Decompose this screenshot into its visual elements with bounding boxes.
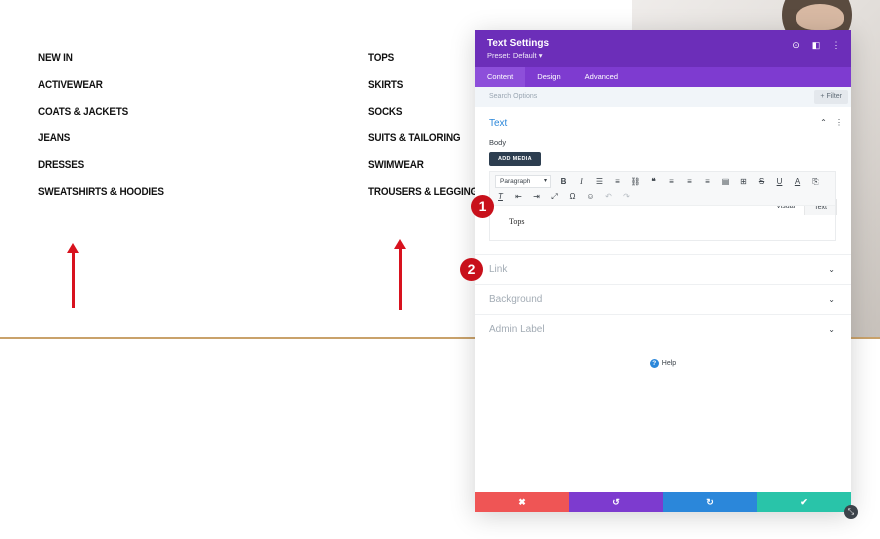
numbered-list-icon[interactable]: ≡ (612, 176, 623, 187)
menu-link[interactable]: DRESSES (38, 152, 164, 179)
search-options-input[interactable]: Search Options (489, 87, 851, 107)
align-right-icon[interactable]: ≡ (702, 176, 713, 187)
blockquote-icon[interactable]: ❝ (648, 176, 659, 187)
text-color-icon[interactable]: A (792, 176, 803, 187)
bold-icon[interactable]: B (558, 176, 569, 187)
paste-text-icon[interactable]: ⎘ (810, 176, 821, 187)
section-title-background: Background (489, 294, 543, 305)
cancel-button[interactable]: ✖ (475, 492, 569, 512)
admin-label-section[interactable]: Admin Label ⌄ (475, 314, 851, 344)
photo-face (796, 4, 844, 30)
menu-link[interactable]: SWEATSHIRTS & HOODIES (38, 179, 164, 206)
undo-button[interactable]: ↺ (569, 492, 663, 512)
more-vertical-icon[interactable]: ⋮ (831, 40, 841, 51)
target-icon[interactable]: ⊙ (791, 40, 801, 51)
underline-icon[interactable]: U (774, 176, 785, 187)
align-center-icon[interactable]: ≡ (684, 176, 695, 187)
section-title-admin-label: Admin Label (489, 324, 545, 335)
menu-link[interactable]: ACTIVEWEAR (38, 72, 164, 99)
annotation-badge-2: 2 (460, 258, 483, 281)
filter-button[interactable]: + Filter (814, 90, 848, 104)
strikethrough-icon[interactable]: S (756, 176, 767, 187)
chevron-down-icon[interactable]: ⌄ (828, 285, 835, 315)
body-label: Body (489, 138, 507, 147)
add-media-button[interactable]: ADD MEDIA (489, 152, 541, 166)
more-vertical-icon[interactable]: ⋮ (835, 118, 843, 127)
chevron-down-icon[interactable]: ⌄ (828, 315, 835, 345)
annotation-arrow-icon (67, 243, 79, 308)
paragraph-format-select[interactable]: Paragraph (495, 175, 551, 188)
editor-content[interactable]: Tops (490, 206, 835, 226)
redo-icon[interactable]: ↷ (621, 191, 632, 202)
tab-content[interactable]: Content (475, 67, 526, 87)
fullscreen-icon[interactable]: ⤢ (549, 191, 560, 202)
save-button[interactable]: ✔ (757, 492, 851, 512)
redo-button[interactable]: ↻ (663, 492, 757, 512)
chevron-up-icon[interactable]: ⌃ (820, 118, 827, 127)
emoji-icon[interactable]: ☺ (585, 191, 596, 202)
table-icon[interactable]: ⊞ (738, 176, 749, 187)
menu-link[interactable]: NEW IN (38, 45, 164, 72)
annotation-badge-1: 1 (471, 195, 494, 218)
category-menu-left: NEW IN ACTIVEWEAR COATS & JACKETS JEANS … (38, 45, 178, 206)
background-section[interactable]: Background ⌄ (475, 284, 851, 314)
menu-link[interactable]: SWIMWEAR (368, 152, 484, 179)
split-view-icon[interactable]: ◧ (811, 40, 821, 51)
menu-link[interactable]: SUITS & TAILORING (368, 125, 484, 152)
menu-link[interactable]: COATS & JACKETS (38, 99, 164, 126)
editor-toolbar: Paragraph B I ☰ ≡ ⛓ ❝ ≡ ≡ ≡ ▤ ⊞ S U A ⎘ (490, 172, 835, 206)
text-settings-modal: Text Settings Preset: Default ▾ ⊙ ◧ ⋮ Co… (475, 30, 851, 512)
menu-link[interactable]: SOCKS (368, 99, 484, 126)
text-section: Text ⌃ ⋮ Body ADD MEDIA Visual Text Para… (475, 107, 851, 241)
italic-icon[interactable]: I (576, 176, 587, 187)
modal-title: Text Settings (487, 38, 550, 49)
indent-icon[interactable]: ⇥ (531, 191, 542, 202)
menu-link[interactable]: JEANS (38, 125, 164, 152)
align-left-icon[interactable]: ≡ (666, 176, 677, 187)
header-icons: ⊙ ◧ ⋮ (791, 40, 841, 51)
rich-text-editor[interactable]: Paragraph B I ☰ ≡ ⛓ ❝ ≡ ≡ ≡ ▤ ⊞ S U A ⎘ (489, 171, 836, 241)
resize-handle-icon[interactable]: ⤡ (844, 505, 858, 519)
special-character-icon[interactable]: Ω (567, 191, 578, 202)
outdent-icon[interactable]: ⇤ (513, 191, 524, 202)
help-link[interactable]: ? Help (475, 359, 851, 368)
tab-advanced[interactable]: Advanced (573, 67, 630, 87)
modal-header[interactable]: Text Settings Preset: Default ▾ ⊙ ◧ ⋮ (475, 30, 851, 67)
link-icon[interactable]: ⛓ (630, 176, 641, 187)
modal-footer: ✖ ↺ ↻ ✔ (475, 492, 851, 512)
bullet-list-icon[interactable]: ☰ (594, 176, 605, 187)
menu-link[interactable]: TOPS (368, 45, 484, 72)
section-title-link: Link (489, 264, 508, 275)
align-justify-icon[interactable]: ▤ (720, 176, 731, 187)
chevron-down-icon[interactable]: ⌄ (828, 255, 835, 285)
link-section[interactable]: Link ⌄ (475, 254, 851, 284)
help-label: Help (661, 360, 677, 367)
menu-link[interactable]: SKIRTS (368, 72, 484, 99)
undo-icon[interactable]: ↶ (603, 191, 614, 202)
preset-selector[interactable]: Preset: Default ▾ (487, 51, 839, 60)
clear-format-icon[interactable]: T (495, 191, 506, 202)
search-options-bar: Search Options + Filter (475, 87, 851, 107)
tab-design[interactable]: Design (525, 67, 572, 87)
help-icon: ? (649, 359, 659, 368)
modal-tabs: Content Design Advanced (475, 67, 851, 87)
annotation-arrow-icon (394, 239, 406, 310)
section-title-text[interactable]: Text (489, 107, 837, 136)
menu-link[interactable]: TROUSERS & LEGGINGS (368, 179, 485, 206)
section-controls: ⌃ ⋮ (820, 118, 843, 127)
